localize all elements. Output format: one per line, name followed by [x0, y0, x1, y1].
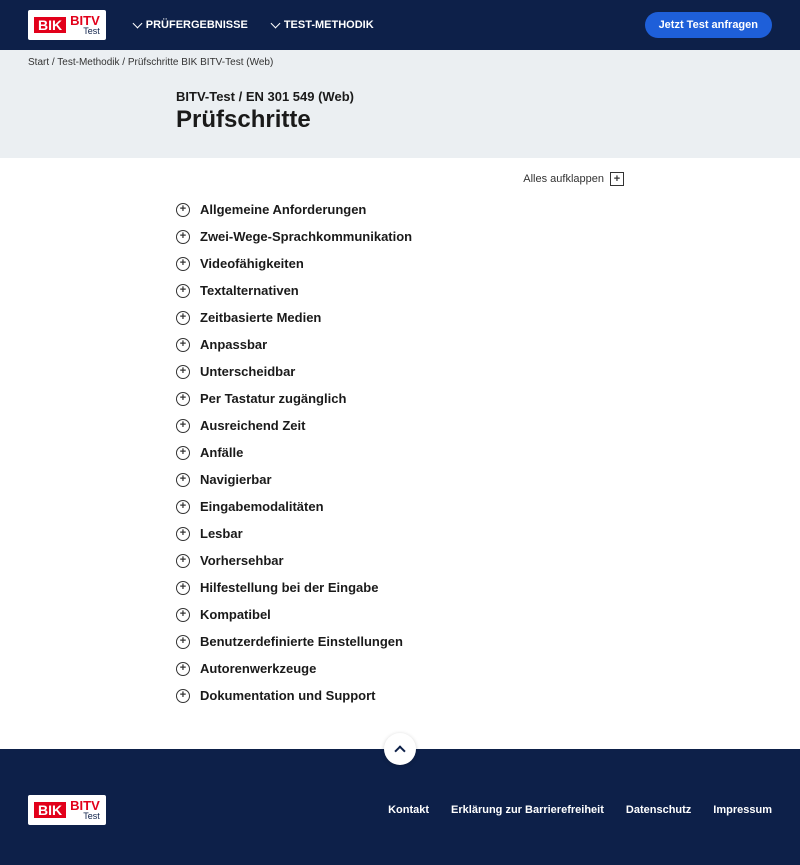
cta-button[interactable]: Jetzt Test anfragen [645, 12, 772, 38]
expand-icon [176, 527, 190, 541]
step-item[interactable]: Autorenwerkzeuge [176, 655, 624, 682]
step-item[interactable]: Videofähigkeiten [176, 250, 624, 277]
step-item[interactable]: Benutzerdefinierte Einstellungen [176, 628, 624, 655]
expand-icon [176, 230, 190, 244]
pretitle: BITV-Test / EN 301 549 (Web) [176, 89, 624, 104]
step-label: Zeitbasierte Medien [200, 310, 321, 325]
step-label: Benutzerdefinierte Einstellungen [200, 634, 403, 649]
expand-icon [176, 338, 190, 352]
expand-icon [176, 392, 190, 406]
step-label: Allgemeine Anforderungen [200, 202, 366, 217]
footer-link-barrierefreiheit[interactable]: Erklärung zur Barrierefreiheit [451, 804, 604, 816]
expand-icon [176, 311, 190, 325]
main-nav: PRÜFERGEBNISSE TEST-METHODIK [134, 19, 617, 31]
step-item[interactable]: Lesbar [176, 520, 624, 547]
step-item[interactable]: Zeitbasierte Medien [176, 304, 624, 331]
step-item[interactable]: Vorhersehbar [176, 547, 624, 574]
footer-logo[interactable]: BIK BITV Test [28, 795, 106, 825]
step-label: Textalternativen [200, 283, 299, 298]
step-label: Dokumentation und Support [200, 688, 375, 703]
expand-icon [176, 608, 190, 622]
page-title: Prüfschritte [176, 106, 624, 134]
hero: BITV-Test / EN 301 549 (Web) Prüfschritt… [0, 75, 800, 158]
expand-icon [176, 554, 190, 568]
step-label: Zwei-Wege-Sprachkommunikation [200, 229, 412, 244]
expand-icon [176, 473, 190, 487]
expand-icon [176, 500, 190, 514]
step-label: Videofähigkeiten [200, 256, 304, 271]
nav-label: PRÜFERGEBNISSE [146, 19, 248, 31]
step-label: Navigierbar [200, 472, 272, 487]
expand-icon [176, 365, 190, 379]
footer-link-kontakt[interactable]: Kontakt [388, 804, 429, 816]
step-item[interactable]: Anpassbar [176, 331, 624, 358]
step-label: Autorenwerkzeuge [200, 661, 316, 676]
expand-all-label: Alles aufklappen [523, 173, 604, 185]
expand-icon [176, 203, 190, 217]
expand-icon [176, 419, 190, 433]
step-label: Anfälle [200, 445, 243, 460]
step-item[interactable]: Ausreichend Zeit [176, 412, 624, 439]
nav-label: TEST-METHODIK [284, 19, 374, 31]
plus-box-icon: + [610, 172, 624, 186]
expand-icon [176, 662, 190, 676]
nav-test-methodik[interactable]: TEST-METHODIK [272, 19, 374, 31]
footer-link-impressum[interactable]: Impressum [713, 804, 772, 816]
expand-icon [176, 446, 190, 460]
expand-all-button[interactable]: Alles aufklappen + [176, 158, 624, 196]
step-label: Hilfestellung bei der Eingabe [200, 580, 378, 595]
step-label: Unterscheidbar [200, 364, 295, 379]
breadcrumb: Start / Test-Methodik / Prüfschritte BIK… [0, 50, 800, 75]
step-item[interactable]: Per Tastatur zugänglich [176, 385, 624, 412]
crumb-start[interactable]: Start [28, 57, 49, 68]
step-item[interactable]: Allgemeine Anforderungen [176, 196, 624, 223]
crumb-current: Prüfschritte BIK BITV-Test (Web) [128, 57, 273, 68]
expand-icon [176, 257, 190, 271]
step-label: Eingabemodalitäten [200, 499, 324, 514]
step-item[interactable]: Navigierbar [176, 466, 624, 493]
step-item[interactable]: Eingabemodalitäten [176, 493, 624, 520]
step-label: Anpassbar [200, 337, 267, 352]
logo-bik: BIK [34, 17, 66, 33]
footer-links: Kontakt Erklärung zur Barrierefreiheit D… [388, 804, 772, 816]
chevron-down-icon [132, 19, 142, 29]
top-bar: BIK BITV Test PRÜFERGEBNISSE TEST-METHOD… [0, 0, 800, 50]
expand-icon [176, 689, 190, 703]
step-label: Vorhersehbar [200, 553, 284, 568]
crumb-methodik[interactable]: Test-Methodik [57, 57, 119, 68]
step-item[interactable]: Anfälle [176, 439, 624, 466]
scroll-top-button[interactable] [384, 733, 416, 765]
footer-link-datenschutz[interactable]: Datenschutz [626, 804, 691, 816]
step-item[interactable]: Hilfestellung bei der Eingabe [176, 574, 624, 601]
step-item[interactable]: Textalternativen [176, 277, 624, 304]
step-label: Ausreichend Zeit [200, 418, 305, 433]
step-label: Lesbar [200, 526, 243, 541]
footer: BIK BITV Test Kontakt Erklärung zur Barr… [0, 749, 800, 865]
chevron-down-icon [270, 19, 280, 29]
arrow-up-icon [394, 745, 405, 756]
step-label: Kompatibel [200, 607, 271, 622]
step-item[interactable]: Zwei-Wege-Sprachkommunikation [176, 223, 624, 250]
expand-icon [176, 284, 190, 298]
logo[interactable]: BIK BITV Test [28, 10, 106, 40]
step-label: Per Tastatur zugänglich [200, 391, 346, 406]
step-item[interactable]: Kompatibel [176, 601, 624, 628]
main: Alles aufklappen + Allgemeine Anforderun… [160, 158, 640, 749]
expand-icon [176, 581, 190, 595]
logo-test: Test [70, 27, 100, 36]
expand-icon [176, 635, 190, 649]
step-item[interactable]: Dokumentation und Support [176, 682, 624, 709]
nav-pruefergebnisse[interactable]: PRÜFERGEBNISSE [134, 19, 248, 31]
steps-list: Allgemeine Anforderungen Zwei-Wege-Sprach… [176, 196, 624, 749]
step-item[interactable]: Unterscheidbar [176, 358, 624, 385]
